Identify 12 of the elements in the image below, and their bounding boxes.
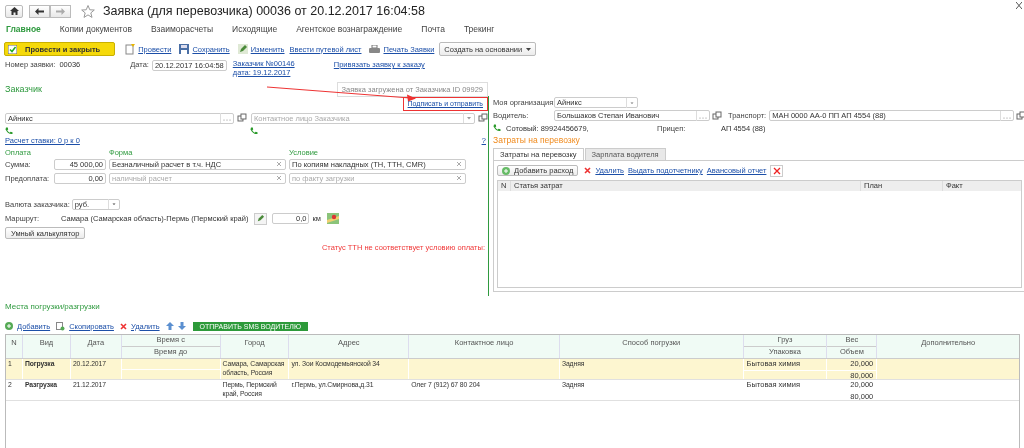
tab[interactable]: Копии документов <box>59 24 132 38</box>
window-title: Заявка (для перевозчика) 00036 от 20.12.2017 16:04:58 <box>103 4 425 18</box>
tab[interactable]: Почта <box>421 24 445 38</box>
tab[interactable]: Агентское вознаграждение <box>296 24 403 38</box>
tab[interactable]: Взаиморасчеты <box>150 24 214 38</box>
tab[interactable]: Трекинг <box>463 24 495 38</box>
section-heading: Затраты на перевозку <box>493 135 581 146</box>
tab[interactable]: Исходящие <box>232 24 278 38</box>
section-heading: Места погрузки/разгрузки <box>4 301 101 313</box>
section-heading: Заказчик <box>5 84 42 94</box>
tab[interactable]: Главное <box>6 24 41 38</box>
help-link[interactable]: ? <box>481 136 486 147</box>
